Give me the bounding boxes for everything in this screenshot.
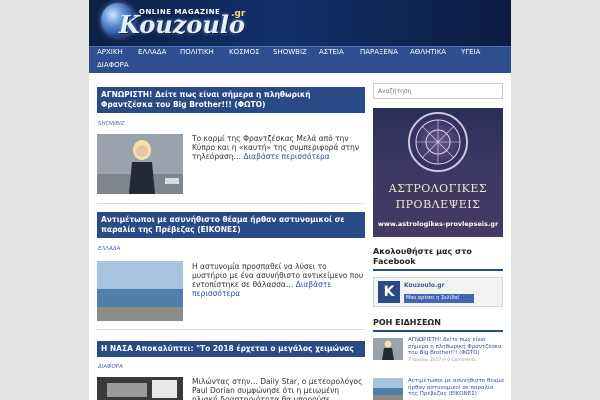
- post-divider: [97, 203, 365, 204]
- nav-item-greece[interactable]: ΕΛΛΑΔΑ: [138, 48, 166, 56]
- post-category-2[interactable]: ΕΛΛΑΔΑ: [98, 246, 120, 252]
- post-title-3[interactable]: Η ΝΑΣΑ Αποκαλύπτει: "Το 2018 έρχεται ο μ…: [97, 341, 365, 357]
- site-header: ONLINE MAGAZINE Kouzoulo .gr: [89, 0, 511, 46]
- logo-suffix: .gr: [231, 9, 246, 19]
- news-item-title-1[interactable]: ΑΓΝΩΡΙΣΤΗ! Δείτε πως είναι σήμερα η πληθ…: [408, 337, 504, 357]
- main-nav-row2: [89, 57, 511, 73]
- nav-item-health[interactable]: ΥΓΕΙΑ: [461, 48, 480, 56]
- post-title-1[interactable]: ΑΓΝΩΡΙΣΤΗ! Δείτε πως είναι σήμερα η πληθ…: [97, 87, 365, 113]
- news-thumbnail-2[interactable]: [373, 378, 403, 400]
- news-item-meta-1: 7 Ιουνίου 2017 // 0 Comments: [408, 358, 476, 363]
- astrology-title-line2: ΠΡΟΒΛΕΨΕΙΣ: [395, 198, 481, 211]
- post-category-3[interactable]: ΔΙΑΦΟΡΑ: [98, 364, 123, 370]
- nav-item-home[interactable]: ΑΡΧΙΚΗ: [97, 48, 123, 56]
- zodiac-wheel-icon: [408, 112, 468, 172]
- post-excerpt-2: Η αστυνομία προσπαθεί να λύσει το μυστήρ…: [192, 262, 364, 298]
- page-logo-icon: K: [378, 281, 400, 303]
- news-feed-title: ΡΟΗ ΕΙΔΗΣΕΩΝ: [373, 318, 503, 332]
- post-excerpt-text-3: Μιλώντας στην… Daily Star, ο μετεορολόγο…: [192, 377, 363, 400]
- nav-item-showbiz[interactable]: SHOWBIZ: [273, 48, 307, 56]
- news-thumbnail-1[interactable]: [373, 338, 403, 360]
- nav-item-weird[interactable]: ΠΑΡΑΞΕΝΑ: [360, 48, 398, 56]
- post-category-1[interactable]: SHOWBIZ: [98, 121, 125, 127]
- post-excerpt-text-2: Η αστυνομία προσπαθεί να λύσει το μυστήρ…: [192, 262, 364, 289]
- post-thumbnail-2[interactable]: [97, 261, 183, 321]
- nav-item-funny[interactable]: ΑΣΤΕΙΑ: [319, 48, 344, 56]
- nav-item-politics[interactable]: ΠΟΛΙΤΙΚΗ: [180, 48, 214, 56]
- site-logo[interactable]: Kouzoulo: [119, 10, 245, 39]
- post-thumbnail-1[interactable]: [97, 134, 183, 194]
- facebook-page-box[interactable]: K Kouzoulo.gr Μου αρέσει η Σελίδα!: [373, 277, 503, 307]
- post-title-2[interactable]: Αντιμέτωποι με ασυνήθιστο θέαμα ήρθαν ασ…: [97, 212, 365, 238]
- nav-item-world[interactable]: ΚΟΣΜΟΣ: [229, 48, 260, 56]
- post-divider: [97, 329, 365, 330]
- facebook-like-button[interactable]: Μου αρέσει η Σελίδα!: [404, 294, 474, 303]
- news-item-title-2[interactable]: Αντιμέτωποι με ασυνήθιστο θέαμα ήρθαν ασ…: [408, 378, 504, 398]
- post-thumbnail-3[interactable]: [97, 377, 183, 400]
- astrology-url: www.astrologikes-provlepseis.gr: [377, 220, 499, 228]
- astrology-title-line1: ΑΣΤΡΟΛΟΓΙΚΕΣ: [388, 182, 488, 195]
- astrology-banner[interactable]: ΑΣΤΡΟΛΟΓΙΚΕΣ ΠΡΟΒΛΕΨΕΙΣ www.astrologikes…: [373, 108, 503, 237]
- search-placeholder: Αναζήτηση: [378, 88, 412, 95]
- nav-item-misc[interactable]: ΔΙΑΦΟΡΑ: [97, 61, 129, 69]
- post-excerpt-3: Μιλώντας στην… Daily Star, ο μετεορολόγο…: [192, 377, 364, 400]
- nav-item-sports[interactable]: ΑΘΛΗΤΙΚΑ: [410, 48, 446, 56]
- facebook-widget-title: Ακολουθήστε μας στο Facebook: [373, 247, 503, 271]
- post-excerpt-1: Το κορμί της Φραντζέσκας Μελά από την Κύ…: [192, 134, 364, 161]
- read-more-link-1[interactable]: Διαβάστε περισσότερα: [243, 152, 329, 161]
- search-input[interactable]: Αναζήτηση: [373, 83, 503, 99]
- facebook-page-name[interactable]: Kouzoulo.gr: [404, 282, 445, 289]
